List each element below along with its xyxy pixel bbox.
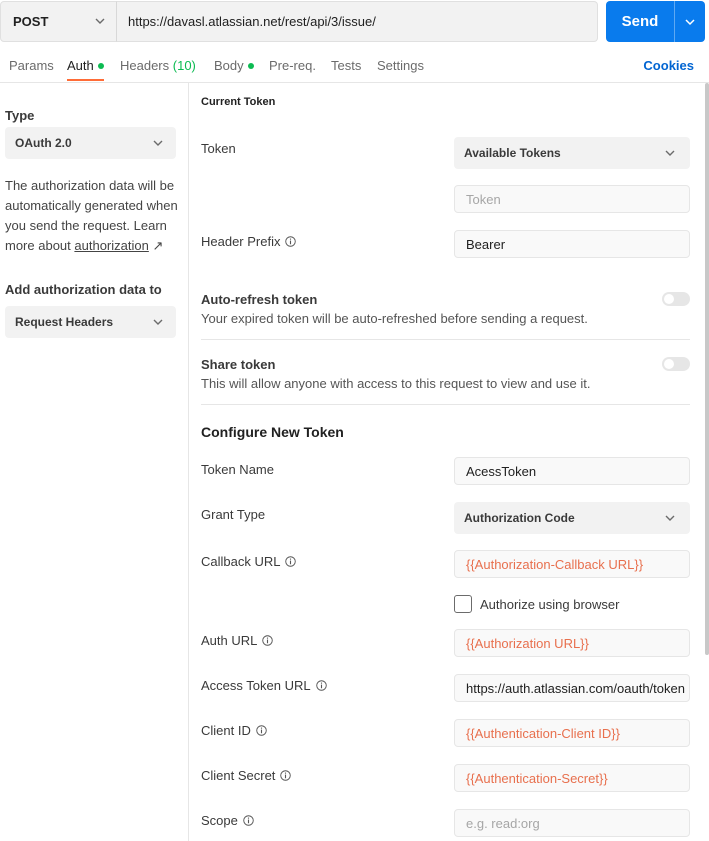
client-secret-label: Client Secret [201,768,292,783]
add-auth-to-label: Add authorization data to [5,282,162,297]
tab-params[interactable]: Params [9,58,54,73]
client-secret-label-text: Client Secret [201,768,276,783]
auth-type-select[interactable]: OAuth 2.0 [5,127,176,159]
tab-tests[interactable]: Tests [331,58,361,73]
share-token-title: Share token [201,357,275,372]
grant-type-value: Authorization Code [464,511,575,525]
status-dot [97,62,104,69]
token-name-input[interactable]: AcessToken [454,457,690,485]
auth-url-input[interactable]: {{Authorization URL}} [454,629,690,657]
access-token-url-label-text: Access Token URL [201,678,311,693]
scope-label: Scope [201,813,254,828]
auth-url-label-text: Auth URL [201,633,258,648]
token-name-label: Token Name [201,462,274,477]
info-icon[interactable] [280,770,292,781]
available-tokens-select[interactable]: Available Tokens [454,137,690,169]
authorize-browser-checkbox[interactable] [454,595,472,613]
share-token-description: This will allow anyone with access to th… [201,376,591,391]
send-button[interactable]: Send [606,1,674,42]
info-icon[interactable] [285,236,297,247]
info-icon[interactable] [315,680,327,691]
access-token-url-input[interactable]: https://auth.atlassian.com/oauth/token [454,674,690,702]
auth-url-label: Auth URL [201,633,274,648]
client-id-label-text: Client ID [201,723,251,738]
tab-body-label: Body [214,58,244,73]
tab-headers[interactable]: Headers (10) [120,58,196,73]
client-id-label: Client ID [201,723,267,738]
auto-refresh-description: Your expired token will be auto-refreshe… [201,311,588,326]
send-button-group: Send [606,1,705,42]
active-tab-indicator [67,79,104,81]
current-token-title: Current Token [201,96,276,108]
method-label: POST [13,14,49,29]
tab-auth[interactable]: Auth [67,58,104,73]
grant-type-select[interactable]: Authorization Code [454,502,690,534]
status-dot [247,62,254,69]
chevron-down-icon [153,319,163,325]
url-input[interactable]: https://davasl.atlassian.net/rest/api/3/… [116,1,598,42]
scope-input[interactable]: e.g. read:org [454,809,690,837]
info-icon[interactable] [285,556,297,567]
info-icon[interactable] [262,635,274,646]
share-token-toggle[interactable] [662,357,690,371]
authorization-link[interactable]: authorization [74,238,148,253]
auth-type-value: OAuth 2.0 [15,136,72,150]
chevron-down-icon [153,140,163,146]
scope-label-text: Scope [201,813,238,828]
chevron-down-icon [665,515,675,521]
add-auth-to-value: Request Headers [15,315,114,329]
auth-config-panel: Current Token Token Available Tokens Tok… [189,83,709,841]
tab-headers-count: (10) [172,58,196,73]
auth-type-panel: Type OAuth 2.0 The authorization data wi… [0,83,189,841]
configure-new-token-title: Configure New Token [201,424,344,440]
access-token-url-label: Access Token URL [201,678,327,693]
chevron-down-icon [95,18,105,24]
share-token-title-text: Share token [201,357,276,372]
tab-settings[interactable]: Settings [377,58,424,73]
tab-auth-label: Auth [67,58,94,73]
auto-refresh-toggle[interactable] [662,292,690,306]
scrollbar[interactable] [705,83,709,655]
callback-url-label-text: Callback URL [201,554,281,569]
add-auth-to-select[interactable]: Request Headers [5,306,176,338]
send-options-button[interactable] [675,1,705,42]
token-label-text: Token [201,141,236,156]
tab-prereq[interactable]: Pre-req. [269,58,316,73]
header-prefix-input[interactable]: Bearer [454,230,690,258]
callback-url-label: Callback URL [201,554,297,569]
client-id-input[interactable]: {{Authentication-Client ID}} [454,719,690,747]
header-prefix-label: Header Prefix [201,234,297,249]
client-secret-input[interactable]: {{Authentication-Secret}} [454,764,690,792]
info-icon[interactable] [243,815,254,826]
authorize-browser-label[interactable]: Authorize using browser [480,597,619,612]
tab-body[interactable]: Body [214,58,254,73]
auto-refresh-title-text: Auto-refresh token [201,292,318,307]
token-label: Token [201,141,236,156]
grant-type-label: Grant Type [201,507,265,522]
chevron-down-icon [665,150,675,156]
tab-headers-label: Headers [120,58,170,73]
external-link-icon: ↗ [152,238,164,253]
request-tabs: Params Auth Headers (10) Body Pre-req. T… [0,50,709,83]
token-name-label-text: Token Name [201,462,274,477]
divider [201,404,690,405]
callback-url-input[interactable]: {{Authorization-Callback URL}} [454,550,690,578]
chevron-down-icon [685,18,695,25]
method-select[interactable]: POST [0,1,117,42]
grant-type-label-text: Grant Type [201,507,266,522]
type-label: Type [5,108,35,123]
divider [201,339,690,340]
available-tokens-value: Available Tokens [464,146,561,160]
auto-refresh-title: Auto-refresh token [201,292,317,307]
cookies-link[interactable]: Cookies [643,58,694,73]
header-prefix-label-text: Header Prefix [201,234,281,249]
token-input[interactable]: Token [454,185,690,213]
auth-description: The authorization data will be automatic… [5,176,180,256]
info-icon[interactable] [256,725,267,736]
url-text: https://davasl.atlassian.net/rest/api/3/… [128,14,376,29]
